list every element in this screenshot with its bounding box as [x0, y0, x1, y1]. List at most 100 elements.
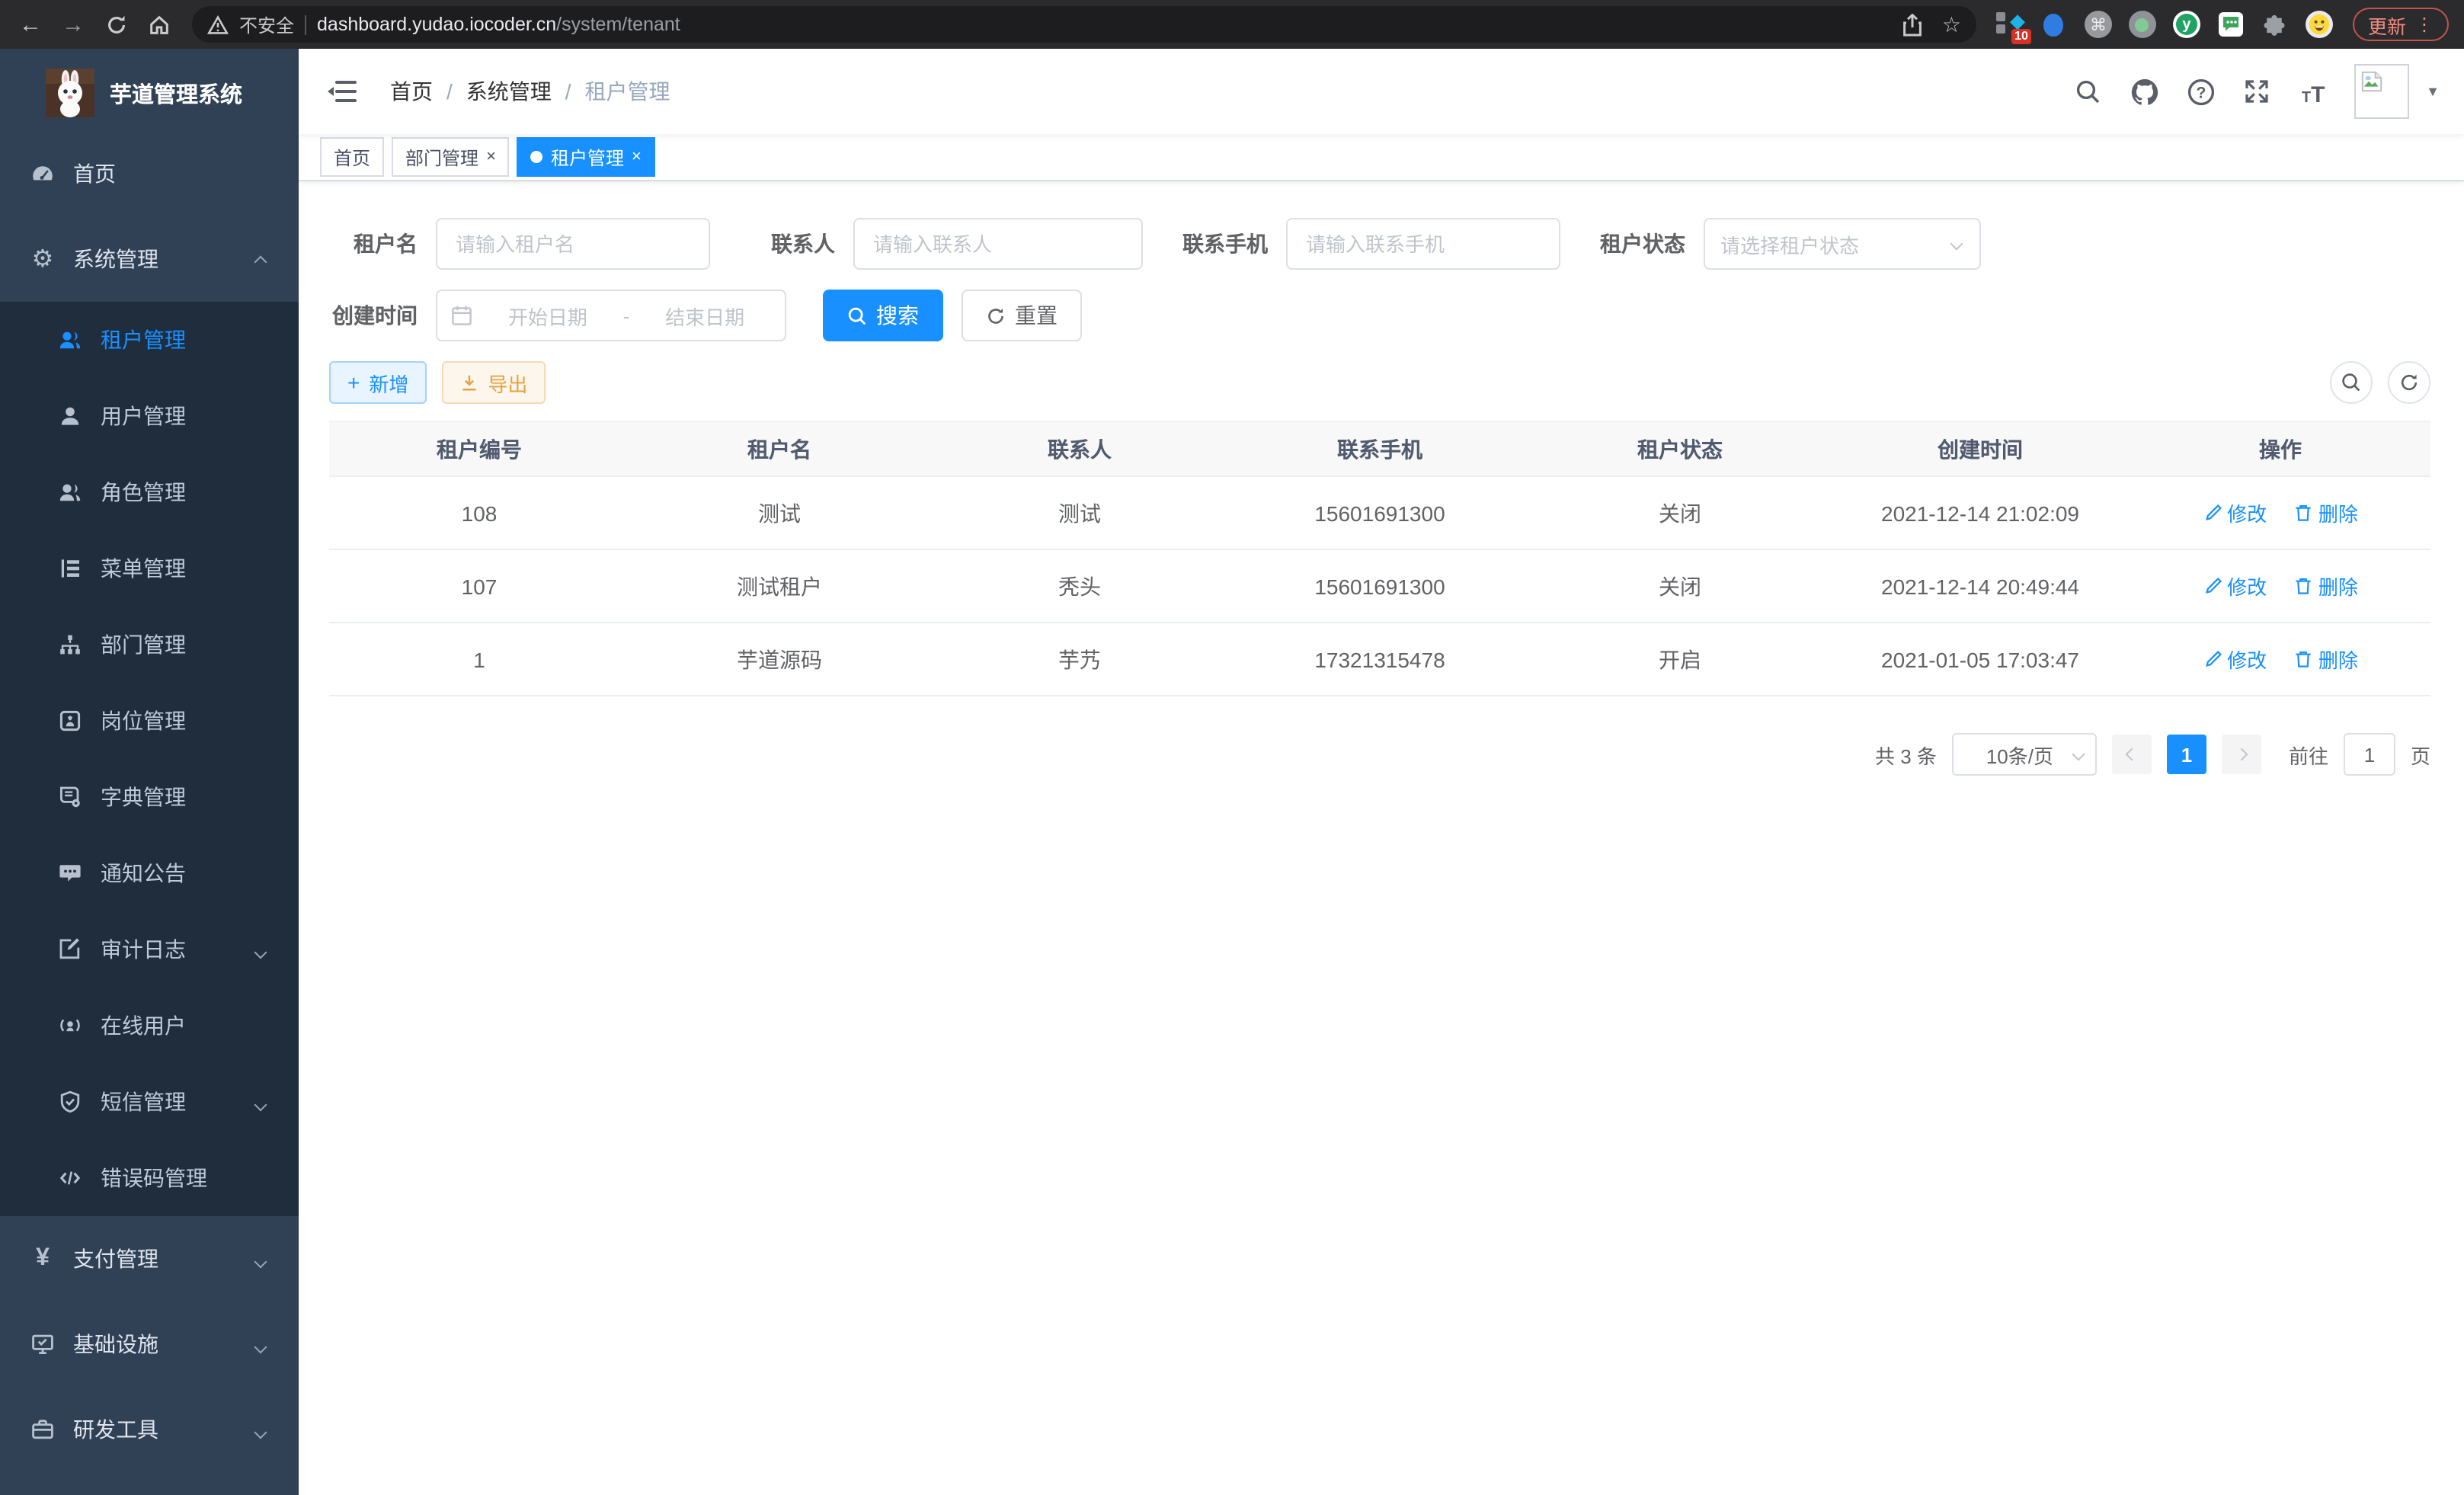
sidebar-item-devtools[interactable]: 研发工具: [0, 1387, 299, 1472]
tenant-users-icon: [58, 328, 82, 352]
reset-button[interactable]: 重置: [962, 290, 1082, 341]
browser-update-button[interactable]: 更新 ⋮: [2353, 8, 2449, 41]
recorder-extension-icon[interactable]: [2127, 9, 2158, 40]
table-row: 108 测试 测试 15601691300 关闭 2021-12-14 21:0…: [329, 476, 2430, 549]
org-chart-icon: [58, 632, 82, 657]
trash-icon: [2294, 503, 2314, 523]
help-icon[interactable]: ?: [2185, 76, 2216, 107]
pieces-extension-icon[interactable]: ◆ 10: [1995, 9, 2025, 40]
command-extension-icon[interactable]: ⌘: [2083, 9, 2114, 40]
delete-button[interactable]: 删除: [2294, 498, 2358, 527]
chevron-down-icon: [256, 1332, 265, 1356]
avatar-caret-icon[interactable]: ▼: [2426, 84, 2440, 99]
sidebar-item-tenant[interactable]: 租户管理: [0, 302, 299, 378]
user-icon: [58, 404, 82, 428]
sidebar-item-audit-log[interactable]: 审计日志: [0, 911, 299, 988]
sidebar-item-error-code[interactable]: 错误码管理: [0, 1140, 299, 1216]
add-button[interactable]: + 新增: [329, 361, 427, 404]
chevron-down-icon: [1950, 238, 1963, 251]
system-submenu: 租户管理 用户管理 角色管理: [0, 302, 299, 1216]
next-page-button[interactable]: [2222, 735, 2261, 774]
tags-view: 首页 部门管理 × 租户管理 ×: [299, 134, 2464, 181]
edit-button[interactable]: 修改: [2203, 571, 2267, 600]
total-count: 共 3 条: [1875, 740, 1937, 769]
emoji-profile-icon[interactable]: [2304, 9, 2334, 40]
app-logo[interactable]: 芋道管理系统: [0, 55, 299, 131]
svg-text:?: ?: [2196, 84, 2206, 101]
trash-icon: [2294, 576, 2314, 596]
font-size-icon[interactable]: TT: [2298, 76, 2328, 107]
browser-home-icon[interactable]: [143, 9, 174, 40]
page-number-1[interactable]: 1: [2167, 735, 2206, 774]
chat-extension-icon[interactable]: [2216, 9, 2246, 40]
breadcrumb-system[interactable]: 系统管理: [466, 76, 552, 107]
navbar: 首页 / 系统管理 / 租户管理 ?: [299, 49, 2464, 134]
breadcrumb-home[interactable]: 首页: [390, 76, 433, 107]
goto-page-input[interactable]: [2344, 733, 2395, 776]
sidebar-item-online-user[interactable]: 在线用户: [0, 988, 299, 1064]
tenant-table: 租户编号 租户名 联系人 联系手机 租户状态 创建时间 操作 108 测试: [329, 421, 2430, 696]
sidebar-item-dept[interactable]: 部门管理: [0, 607, 299, 683]
breadcrumb-current: 租户管理: [585, 76, 670, 107]
sidebar-item-post[interactable]: 岗位管理: [0, 683, 299, 759]
edit-button[interactable]: 修改: [2203, 645, 2267, 674]
tab-tenant[interactable]: 租户管理 ×: [517, 137, 655, 177]
contact-input[interactable]: [853, 218, 1143, 270]
tab-dept[interactable]: 部门管理 ×: [392, 137, 510, 177]
address-bar[interactable]: 不安全 dashboard.yudao.iocoder.cn/system/te…: [192, 6, 1976, 43]
y-extension-icon[interactable]: y: [2171, 9, 2202, 40]
edit-button[interactable]: 修改: [2203, 498, 2267, 527]
security-label[interactable]: 不安全: [239, 11, 294, 37]
notice-bubble-icon: [58, 861, 82, 885]
sidebar-item-system[interactable]: ⚙ 系统管理: [0, 216, 299, 302]
audit-edit-icon: [58, 937, 82, 962]
share-icon[interactable]: [1902, 13, 1924, 36]
refresh-icon: [2398, 372, 2420, 393]
sidebar-item-menu[interactable]: 菜单管理: [0, 530, 299, 607]
refresh-table-button[interactable]: [2388, 361, 2430, 404]
mobile-input[interactable]: [1286, 218, 1560, 270]
balloon-extension-icon[interactable]: [2039, 9, 2069, 40]
date-range-picker[interactable]: 开始日期 - 结束日期: [436, 290, 786, 341]
export-button[interactable]: 导出: [442, 361, 546, 404]
search-button[interactable]: 搜索: [823, 290, 943, 341]
sidebar-item-role[interactable]: 角色管理: [0, 454, 299, 530]
sidebar-item-dict[interactable]: 字典管理: [0, 759, 299, 835]
sidebar-item-infra[interactable]: 基础设施: [0, 1301, 299, 1387]
col-tenant-name: 租户名: [629, 421, 930, 476]
delete-button[interactable]: 删除: [2294, 645, 2358, 674]
close-icon[interactable]: ×: [632, 149, 642, 165]
mobile-label: 联系手机: [1179, 229, 1286, 259]
github-icon[interactable]: [2129, 76, 2159, 107]
browser-forward-icon[interactable]: →: [58, 9, 88, 40]
browser-reload-icon[interactable]: [101, 9, 131, 40]
extensions-puzzle-icon[interactable]: [2260, 9, 2290, 40]
sidebar-item-home[interactable]: 首页: [0, 131, 299, 216]
browser-back-icon[interactable]: ←: [15, 9, 46, 40]
browser-menu-icon[interactable]: ⋮: [2415, 14, 2434, 35]
toggle-search-button[interactable]: [2330, 361, 2373, 404]
refresh-icon: [986, 306, 1006, 325]
tab-home[interactable]: 首页: [320, 137, 384, 177]
tenant-name-input[interactable]: [436, 218, 710, 270]
delete-button[interactable]: 删除: [2294, 571, 2358, 600]
security-warning-icon[interactable]: [207, 14, 229, 34]
sidebar-item-pay[interactable]: ¥ 支付管理: [0, 1216, 299, 1301]
chevron-down-icon: [256, 1090, 265, 1114]
close-icon[interactable]: ×: [486, 149, 496, 165]
status-select[interactable]: 请选择租户状态: [1704, 218, 1981, 270]
bookmark-star-icon[interactable]: ☆: [1942, 11, 1961, 37]
url-text[interactable]: dashboard.yudao.iocoder.cn/system/tenant: [317, 14, 1892, 35]
page-size-select[interactable]: 10条/页: [1952, 733, 2097, 776]
contact-label: 联系人: [747, 229, 853, 259]
avatar[interactable]: [2354, 64, 2409, 119]
sidebar-item-sms[interactable]: 短信管理: [0, 1064, 299, 1140]
sidebar-item-user[interactable]: 用户管理: [0, 378, 299, 454]
prev-page-button[interactable]: [2112, 735, 2152, 774]
sidebar-fold-icon[interactable]: [329, 79, 357, 104]
header-search-icon[interactable]: [2072, 76, 2103, 107]
chevron-down-icon: [256, 1247, 265, 1271]
fullscreen-icon[interactable]: [2242, 76, 2272, 107]
sidebar-item-notice[interactable]: 通知公告: [0, 835, 299, 911]
shield-icon: [58, 1090, 82, 1114]
